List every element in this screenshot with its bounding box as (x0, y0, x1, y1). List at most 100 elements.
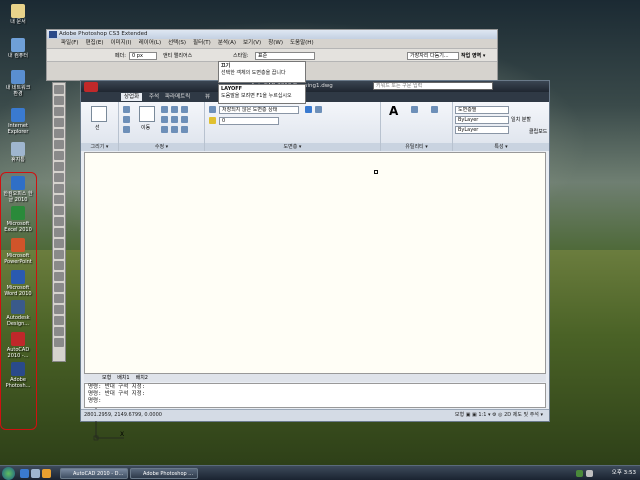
copy-icon[interactable] (161, 116, 168, 123)
linetype-select[interactable]: ByLayer (455, 116, 509, 124)
refine-edge-button[interactable]: 가장자리 다듬기... (407, 52, 459, 60)
ps-tool-icon[interactable] (54, 239, 64, 248)
tray-network-icon[interactable] (576, 470, 583, 477)
ribbon-tab[interactable]: 상업화 (121, 93, 143, 101)
feather-input[interactable]: 0 px (129, 52, 157, 60)
color-select[interactable]: 도면층별 (455, 106, 509, 114)
panel-utility-label[interactable]: 유틸리티 ▾ (381, 143, 452, 151)
ps-menu-item[interactable]: 이미지(I) (110, 40, 131, 46)
panel-properties-label[interactable]: 특성 ▾ (453, 143, 549, 151)
ps-menu-item[interactable]: 파일(F) (61, 40, 79, 46)
ps-menu-item[interactable]: 편집(E) (86, 40, 104, 46)
desktop-icon[interactable]: Internet Explorer (3, 108, 33, 135)
ribbon-tab[interactable]: 주석 (149, 93, 159, 101)
ps-tool-icon[interactable] (54, 294, 64, 303)
ps-tool-icon[interactable] (54, 272, 64, 281)
move-tool-icon[interactable] (139, 106, 155, 122)
ribbon-tab[interactable]: 뷰 (205, 93, 210, 101)
desktop-icon[interactable]: 내 문서 (3, 4, 33, 25)
ps-tool-icon[interactable] (54, 327, 64, 336)
ps-tool-icon[interactable] (54, 118, 64, 127)
layer-properties-icon[interactable] (209, 106, 216, 113)
ps-tool-icon[interactable] (54, 151, 64, 160)
ps-tool-icon[interactable] (54, 338, 64, 347)
lineweight-select[interactable]: ByLayer (455, 126, 509, 134)
command-input[interactable]: 명령: (88, 398, 545, 405)
polyline-icon[interactable] (123, 106, 130, 113)
ps-menu-item[interactable]: 창(W) (268, 40, 283, 46)
quicklaunch-media-icon[interactable] (42, 469, 51, 478)
dimension-icon[interactable] (411, 106, 418, 113)
workspace-status[interactable]: 모형 ▣ ▣ 1:1 ▾ ⚙ ◎ 2D 제도 및 주석 ▾ (455, 410, 543, 421)
circle-icon[interactable] (123, 116, 130, 123)
desktop-icon[interactable]: 내 컴퓨터 (3, 38, 33, 59)
ps-tool-icon[interactable] (54, 85, 64, 94)
offset-icon[interactable] (181, 116, 188, 123)
photoshop-titlebar[interactable]: Adobe Photoshop CS3 Extended (47, 30, 497, 39)
command-window[interactable]: 명령: 반대 구석 지정: 명령: 반대 구석 지정: 명령: (84, 383, 546, 408)
trim-icon[interactable] (171, 106, 178, 113)
ps-menu-item[interactable]: 보기(V) (243, 40, 261, 46)
ps-tool-icon[interactable] (54, 107, 64, 116)
ps-tool-icon[interactable] (54, 206, 64, 215)
layer-select[interactable]: 0 (219, 117, 279, 125)
ps-tool-icon[interactable] (54, 316, 64, 325)
quicklaunch-ie-icon[interactable] (20, 469, 29, 478)
quicklaunch-desktop-icon[interactable] (31, 469, 40, 478)
text-icon[interactable]: A (389, 104, 398, 118)
workspace-button[interactable]: 작업 영역 ▾ (461, 52, 485, 60)
layout-tab[interactable]: 배치2 (136, 375, 148, 381)
ps-tool-icon[interactable] (54, 162, 64, 171)
ps-menu-item[interactable]: 필터(T) (193, 40, 211, 46)
ps-menu-item[interactable]: 선택(S) (168, 40, 186, 46)
ps-tool-icon[interactable] (54, 173, 64, 182)
ps-tool-icon[interactable] (54, 250, 64, 259)
ps-tool-icon[interactable] (54, 261, 64, 270)
desktop-icon[interactable]: 내 네트워크 환경 (3, 70, 33, 97)
ps-tool-icon[interactable] (54, 129, 64, 138)
lightbulb-icon[interactable] (209, 117, 216, 124)
ps-tool-icon[interactable] (54, 140, 64, 149)
panel-draw-label[interactable]: 그리기 ▾ (81, 143, 118, 151)
panel-layers-label[interactable]: 도면층 ▾ (205, 143, 380, 151)
taskbar-clock[interactable]: 오후 3:53 (612, 468, 636, 479)
start-button-icon[interactable] (2, 467, 15, 480)
panel-modify-label[interactable]: 수정 ▾ (119, 143, 204, 151)
tray-volume-icon[interactable] (586, 470, 593, 477)
layer-off-icon[interactable] (305, 106, 312, 113)
rotate-icon[interactable] (161, 106, 168, 113)
autocad-titlebar[interactable]: AutoCAD 2010 Drawing1.dwg 키워드 또는 구문 입력 (81, 81, 549, 92)
style-select[interactable]: 표준 (255, 52, 315, 60)
ribbon-tab[interactable]: 파라메트릭 (165, 93, 190, 101)
ps-menu-item[interactable]: 레이어(L) (139, 40, 162, 46)
autocad-search-input[interactable]: 키워드 또는 구문 입력 (373, 82, 493, 90)
line-tool-icon[interactable] (91, 106, 107, 122)
layout-tab[interactable]: 모형 (102, 375, 111, 381)
ps-tool-icon[interactable] (54, 305, 64, 314)
mirror-icon[interactable] (181, 106, 188, 113)
taskbar-autocad-button[interactable]: AutoCAD 2010 - D... (60, 468, 128, 479)
taskbar-photoshop-button[interactable]: Adobe Photoshop ... (130, 468, 198, 479)
ps-tool-icon[interactable] (54, 217, 64, 226)
array-icon[interactable] (181, 126, 188, 133)
ps-tool-icon[interactable] (54, 195, 64, 204)
desktop-icon[interactable]: 휴지통 (3, 142, 33, 163)
ps-tool-icon[interactable] (54, 96, 64, 105)
layout-tab[interactable]: 배치1 (117, 375, 129, 381)
antialias-checkbox[interactable]: 앤티 앨리어스 (163, 52, 192, 60)
arc-icon[interactable] (123, 126, 130, 133)
table-icon[interactable] (431, 106, 438, 113)
fillet-icon[interactable] (171, 116, 178, 123)
layer-isolate-icon[interactable] (315, 106, 322, 113)
ps-tool-icon[interactable] (54, 184, 64, 193)
clipboard-button[interactable]: 클립보드 (529, 128, 547, 135)
scale-icon[interactable] (171, 126, 178, 133)
autocad-window[interactable]: AutoCAD 2010 Drawing1.dwg 키워드 또는 구문 입력 상… (80, 80, 550, 441)
ps-tool-icon[interactable] (54, 283, 64, 292)
autocad-logo-icon[interactable] (84, 82, 98, 92)
layer-state-select[interactable]: 저장되지 않은 도면층 상태 (219, 106, 299, 114)
stretch-icon[interactable] (161, 126, 168, 133)
ps-tool-icon[interactable] (54, 228, 64, 237)
drawing-canvas[interactable]: Y X (84, 152, 546, 441)
match-properties-button[interactable]: 일치 분할 (511, 116, 531, 123)
